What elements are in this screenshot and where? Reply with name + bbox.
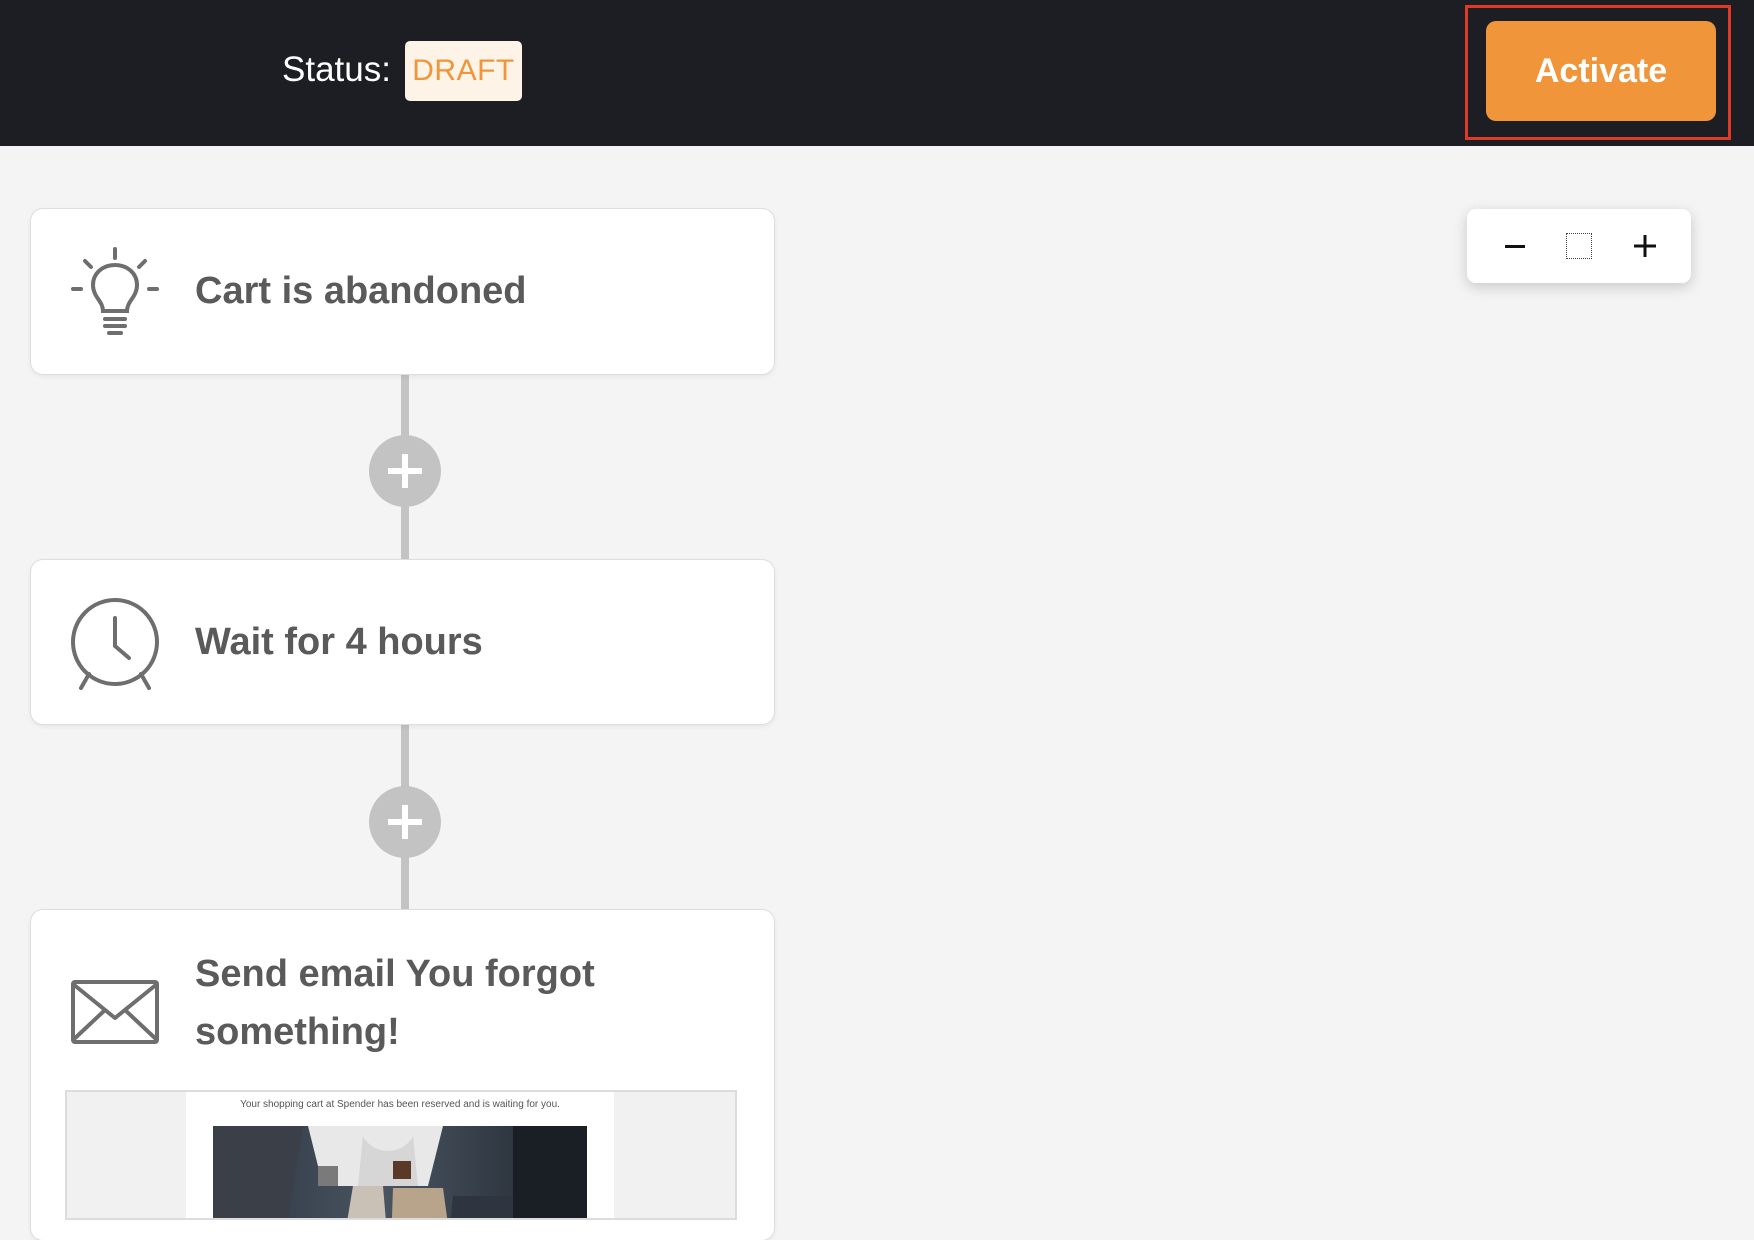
alarm-clock-icon: [71, 598, 159, 690]
shopping-bags-photo: [213, 1126, 587, 1218]
plus-icon: [388, 805, 422, 839]
wait-title: Wait for 4 hours: [195, 621, 483, 663]
plus-icon: [388, 454, 422, 488]
zoom-out-button[interactable]: [1489, 220, 1541, 272]
status-badge: DRAFT: [405, 41, 522, 101]
zoom-in-button[interactable]: [1619, 220, 1671, 272]
add-step-button[interactable]: [369, 786, 441, 858]
add-step-button[interactable]: [369, 435, 441, 507]
top-bar: Status: DRAFT Activate: [0, 0, 1754, 146]
activate-button[interactable]: Activate: [1486, 21, 1716, 121]
envelope-icon: [71, 980, 159, 1044]
minus-icon: [1505, 244, 1525, 248]
trigger-title: Cart is abandoned: [195, 270, 527, 312]
lightbulb-icon: [71, 247, 159, 335]
plus-icon: [1634, 235, 1656, 257]
trigger-card[interactable]: Cart is abandoned: [31, 209, 774, 374]
fit-to-screen-button[interactable]: [1553, 220, 1605, 272]
send-email-card[interactable]: Send email You forgot something! Your sh…: [31, 910, 774, 1240]
email-preview[interactable]: Your shopping cart at Spender has been r…: [65, 1090, 737, 1220]
status-label: Status:: [282, 50, 391, 89]
zoom-controls: [1467, 209, 1691, 283]
email-preview-text: Your shopping cart at Spender has been r…: [240, 1099, 560, 1110]
email-preview-page: Your shopping cart at Spender has been r…: [186, 1092, 614, 1218]
fit-screen-icon: [1566, 233, 1592, 259]
send-email-title: Send email You forgot something!: [195, 953, 595, 1053]
wait-card[interactable]: Wait for 4 hours: [31, 560, 774, 724]
